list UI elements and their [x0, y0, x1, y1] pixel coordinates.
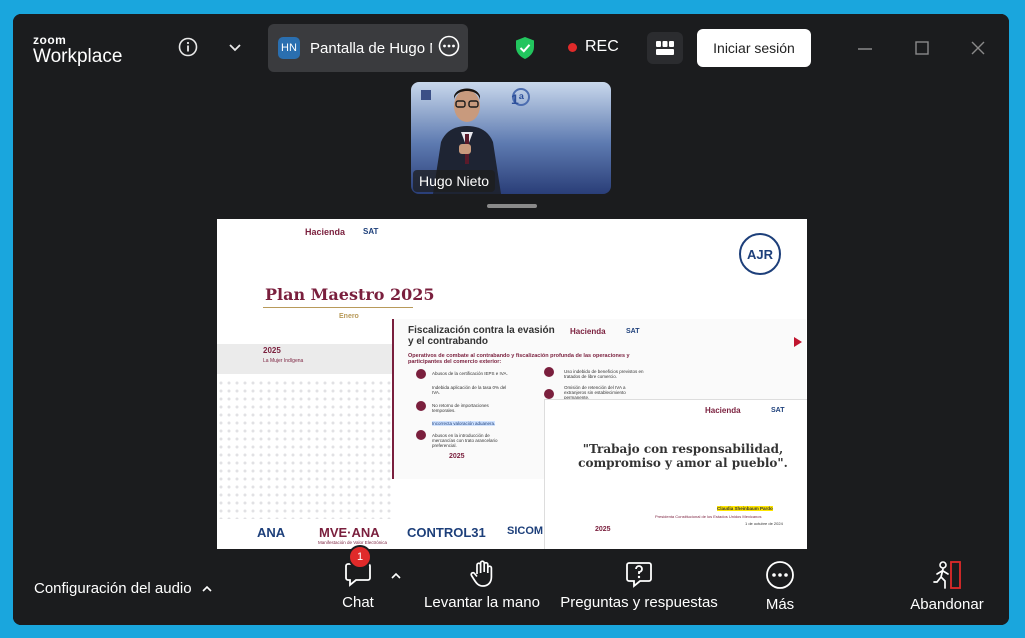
screen-share-indicator[interactable]: HN Pantalla de Hugo N — [268, 24, 468, 72]
inner-slide-quote: Hacienda SAT "Trabajo con responsabilida… — [544, 399, 807, 549]
logo-line1: zoom — [33, 33, 67, 47]
audio-settings-button[interactable]: Configuración del audio — [34, 580, 212, 597]
quote-role: Presidenta Constitucional de los Estados… — [655, 514, 762, 519]
close-icon[interactable] — [970, 40, 986, 61]
audio-settings-label: Configuración del audio — [34, 580, 192, 597]
participant-name: Hugo Nieto — [413, 170, 496, 192]
leave-button[interactable]: Abandonar — [907, 560, 987, 613]
encryption-shield-icon[interactable] — [513, 36, 537, 60]
qa-label: Preguntas y respuestas — [560, 594, 718, 611]
inner-bullet-icons — [416, 369, 426, 440]
quote-author: Claudia Sheinbaum Pardo — [717, 506, 773, 511]
leave-label: Abandonar — [910, 596, 984, 613]
inner-item-1: Abusos de la certificación IEPS e IVA. — [432, 371, 508, 376]
dot-pattern — [217, 379, 392, 519]
share-title: Pantalla de Hugo N — [310, 39, 432, 57]
view-layout-icon[interactable] — [647, 32, 683, 64]
footer-ana-logo: ANA — [257, 525, 286, 540]
quote-sat-logo: SAT — [771, 407, 785, 414]
qa-button[interactable]: Preguntas y respuestas — [560, 560, 718, 611]
svg-text:1ª: 1ª — [511, 91, 525, 107]
more-button[interactable]: Más — [763, 560, 797, 613]
footer-mve-caption: Manifestación de Valor Electrónica — [318, 540, 387, 545]
inner-item-right-1: Uso indebido de beneficios previstos en … — [564, 369, 644, 379]
inner-hacienda-logo: Hacienda — [570, 327, 606, 336]
slide-hacienda-logo: Hacienda — [305, 227, 346, 237]
minimize-icon[interactable] — [857, 40, 873, 61]
more-label: Más — [765, 596, 795, 613]
title-underline — [263, 307, 413, 308]
quote-text: "Trabajo con responsabilidad, compromiso… — [578, 442, 788, 470]
more-options-icon[interactable] — [438, 35, 460, 62]
quote-hacienda-logo: Hacienda — [705, 406, 741, 415]
more-icon — [766, 561, 794, 589]
play-arrow-icon — [794, 337, 802, 347]
year-caption: La Mujer Indígena — [263, 358, 304, 364]
year-banner: 2025 La Mujer Indígena — [217, 344, 392, 374]
quote-date: 1 de octubre de 2024 — [745, 521, 783, 526]
meeting-toolbar: Configuración del audio Chat Levantar la… — [13, 550, 1009, 625]
zoom-workplace-logo: zoom Workplace — [33, 34, 122, 68]
resize-handle[interactable] — [487, 204, 537, 208]
chevron-up-icon[interactable] — [202, 585, 212, 593]
year-badge: 2025 — [263, 346, 281, 355]
footer-sicom-logo: SICOM — [507, 525, 544, 537]
participant-video-tile[interactable]: 1ª Hugo Nieto — [411, 82, 611, 194]
rec-label: REC — [585, 38, 619, 55]
inner-bullet: Operativos de combate al contrabando y f… — [408, 353, 630, 365]
raise-hand-button[interactable]: Levantar la mano — [423, 560, 541, 611]
chat-unread-badge: 1 — [348, 545, 372, 569]
slide-title: Plan Maestro 2025 — [265, 285, 435, 304]
ajr-logo: AJR — [739, 233, 781, 275]
raise-hand-icon — [470, 560, 493, 587]
footer-mve-logo: MVE·ANA — [319, 525, 380, 540]
leave-icon — [933, 561, 961, 589]
title-bar: zoom Workplace HN Pantalla de Hugo N REC… — [13, 14, 1009, 82]
rec-dot-icon — [568, 42, 577, 52]
quote-year-badge: 2025 — [595, 526, 611, 533]
inner-item-right-2: Omisión de retención del IVA a extranjer… — [564, 385, 626, 400]
meeting-info-icon[interactable] — [177, 36, 199, 58]
inner-slide-title: Fiscalización contra la evasión y el con… — [408, 325, 555, 347]
inner-item-4: Incorrecta valoración aduanera. — [432, 421, 496, 426]
inner-item-5: Abusos en la introducción de mercancías … — [432, 433, 498, 448]
signin-button[interactable]: Iniciar sesión — [697, 29, 811, 67]
chevron-down-icon[interactable] — [225, 38, 245, 58]
footer-control31-logo: CONTROL31 — [407, 525, 486, 540]
recording-indicator[interactable]: REC — [568, 38, 619, 56]
inner-year-badge: 2025 — [449, 453, 465, 460]
ajr-logo-text: AJR — [746, 246, 773, 262]
avatar: HN — [278, 37, 300, 59]
chat-options-chevron-icon[interactable] — [391, 572, 401, 580]
slide-subtitle: Enero — [339, 313, 359, 320]
logo-line2: Workplace — [33, 46, 123, 67]
shared-screen-content[interactable]: Hacienda SAT AJR Plan Maestro 2025 Enero… — [217, 219, 807, 549]
inner-sat-logo: SAT — [626, 328, 640, 335]
zoom-window: zoom Workplace HN Pantalla de Hugo N REC… — [13, 14, 1009, 625]
maximize-icon[interactable] — [914, 40, 930, 61]
question-icon — [626, 562, 652, 588]
inner-item-2: Indebida aplicación de la tasa 0% del IV… — [432, 385, 507, 395]
chat-label: Chat — [342, 594, 374, 611]
inner-item-3: No retorno de importaciones temporales. — [432, 403, 489, 413]
slide-sat-logo: SAT — [363, 227, 379, 236]
raise-hand-label: Levantar la mano — [424, 594, 540, 611]
